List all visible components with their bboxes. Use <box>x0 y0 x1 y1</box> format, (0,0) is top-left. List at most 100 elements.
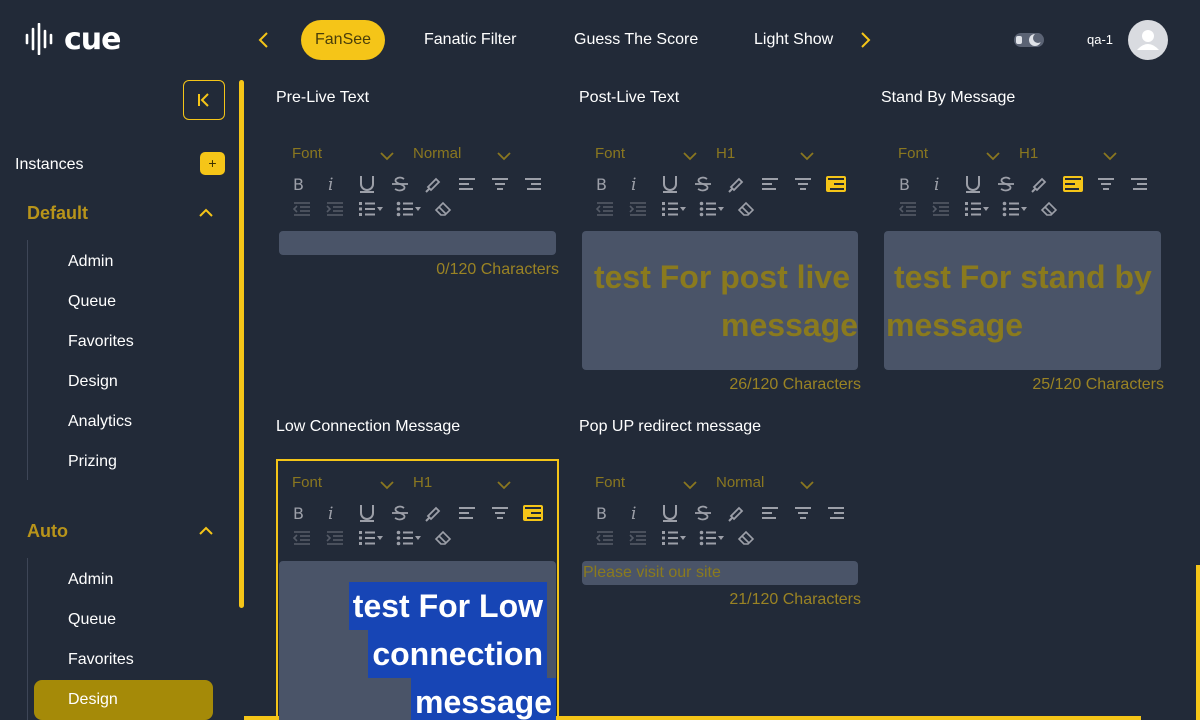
bullet-list-icon[interactable] <box>1002 199 1040 219</box>
strikethrough-icon[interactable] <box>391 173 424 195</box>
chevron-down-icon[interactable] <box>986 148 1000 161</box>
ordered-list-icon[interactable] <box>661 199 699 219</box>
align-left-button[interactable] <box>760 502 793 524</box>
align-right-button[interactable] <box>826 173 859 195</box>
highlighter-icon[interactable] <box>1030 173 1063 195</box>
font-select[interactable]: Font <box>595 474 625 491</box>
sidebar-item-analytics[interactable]: Analytics <box>68 413 132 431</box>
font-select[interactable]: Font <box>292 145 322 162</box>
sidebar-item-prizing[interactable]: Prizing <box>68 453 117 471</box>
outdent-icon[interactable] <box>595 199 628 219</box>
indent-icon[interactable] <box>628 199 661 219</box>
bullet-list-icon[interactable] <box>699 528 737 548</box>
align-left-button[interactable] <box>760 173 793 195</box>
ordered-list-icon[interactable] <box>964 199 1002 219</box>
clear-format-icon[interactable] <box>434 199 467 219</box>
bullet-list-icon[interactable] <box>699 199 737 219</box>
size-select[interactable]: Normal <box>413 145 461 162</box>
chevron-down-icon[interactable] <box>683 148 697 161</box>
sidebar-item-favorites[interactable]: Favorites <box>68 651 134 669</box>
group-title-auto[interactable]: Auto <box>27 521 68 542</box>
size-select[interactable]: Normal <box>716 474 764 491</box>
indent-icon[interactable] <box>931 199 964 219</box>
sidebar-item-favorites[interactable]: Favorites <box>68 333 134 351</box>
strikethrough-icon[interactable] <box>694 502 727 524</box>
tab-fansee[interactable]: FanSee <box>301 20 386 60</box>
chevron-down-icon[interactable] <box>800 477 814 490</box>
italic-icon[interactable]: i <box>628 502 661 524</box>
sidebar-item-admin[interactable]: Admin <box>68 571 113 589</box>
low-connection-textbox[interactable]: test For Low connection message <box>279 561 556 720</box>
indent-icon[interactable] <box>325 199 358 219</box>
tabs-next-button[interactable] <box>856 28 876 52</box>
align-left-button[interactable] <box>1063 173 1096 195</box>
avatar[interactable] <box>1128 20 1168 60</box>
chevron-down-icon[interactable] <box>800 148 814 161</box>
stand-by-textbox[interactable]: test For stand by message <box>884 231 1161 370</box>
tab-light-show[interactable]: Light Show <box>754 20 833 60</box>
chevron-up-icon[interactable] <box>197 206 215 220</box>
theme-toggle[interactable] <box>1013 30 1045 50</box>
size-select[interactable]: H1 <box>716 145 735 162</box>
add-instance-button[interactable]: + <box>200 152 225 175</box>
bold-icon[interactable]: B <box>898 173 931 195</box>
align-right-button[interactable] <box>523 173 556 195</box>
strikethrough-icon[interactable] <box>694 173 727 195</box>
italic-icon[interactable]: i <box>325 173 358 195</box>
tabs-prev-button[interactable] <box>253 28 273 52</box>
sidebar-item-admin[interactable]: Admin <box>68 253 113 271</box>
bold-icon[interactable]: B <box>595 173 628 195</box>
align-center-button[interactable] <box>793 173 826 195</box>
italic-icon[interactable]: i <box>628 173 661 195</box>
align-right-button[interactable] <box>826 502 859 524</box>
highlighter-icon[interactable] <box>727 502 760 524</box>
clear-format-icon[interactable] <box>1040 199 1073 219</box>
underline-icon[interactable] <box>964 173 997 195</box>
chevron-down-icon[interactable] <box>497 148 511 161</box>
italic-icon[interactable]: i <box>931 173 964 195</box>
font-select[interactable]: Font <box>595 145 625 162</box>
bold-icon[interactable]: B <box>595 502 628 524</box>
underline-icon[interactable] <box>661 173 694 195</box>
group-title-default[interactable]: Default <box>27 203 88 224</box>
chevron-up-icon[interactable] <box>197 524 215 538</box>
underline-icon[interactable] <box>661 502 694 524</box>
outdent-icon[interactable] <box>595 528 628 548</box>
clear-format-icon[interactable] <box>737 199 770 219</box>
align-left-button[interactable] <box>457 173 490 195</box>
align-center-button[interactable] <box>793 502 826 524</box>
ordered-list-icon[interactable] <box>358 199 396 219</box>
ordered-list-icon[interactable] <box>661 528 699 548</box>
pre-live-textbox[interactable] <box>279 231 556 255</box>
highlighter-icon[interactable] <box>727 173 760 195</box>
align-center-button[interactable] <box>490 173 523 195</box>
bold-icon[interactable]: B <box>292 173 325 195</box>
sidebar-item-queue[interactable]: Queue <box>68 611 116 629</box>
align-center-button[interactable] <box>1096 173 1129 195</box>
font-select[interactable]: Font <box>898 145 928 162</box>
cue-logo[interactable]: cue <box>24 22 121 57</box>
sidebar-item-design[interactable]: Design <box>68 373 118 391</box>
indent-icon[interactable] <box>628 528 661 548</box>
bullet-list-icon[interactable] <box>396 199 434 219</box>
tab-guess-the-score[interactable]: Guess The Score <box>574 20 698 60</box>
size-select[interactable]: H1 <box>1019 145 1038 162</box>
post-live-textbox[interactable]: test For post live message <box>582 231 858 370</box>
outdent-icon[interactable] <box>292 199 325 219</box>
collapse-sidebar-button[interactable] <box>183 80 225 120</box>
highlighter-icon[interactable] <box>424 173 457 195</box>
align-right-button[interactable] <box>1129 173 1162 195</box>
sidebar-item-queue[interactable]: Queue <box>68 293 116 311</box>
sidebar-item-design-active[interactable]: Design <box>68 691 118 709</box>
underline-icon[interactable] <box>358 173 391 195</box>
outdent-icon[interactable] <box>898 199 931 219</box>
clear-format-icon[interactable] <box>737 528 770 548</box>
tab-fanatic-filter[interactable]: Fanatic Filter <box>424 20 516 60</box>
chevron-down-icon[interactable] <box>683 477 697 490</box>
popup-textbox[interactable]: Please visit our site <box>582 561 858 585</box>
strikethrough-icon[interactable] <box>997 173 1030 195</box>
main-scrollbar[interactable] <box>1196 565 1200 720</box>
chevron-down-icon[interactable] <box>380 148 394 161</box>
chevron-down-icon[interactable] <box>1103 148 1117 161</box>
sidebar-scrollbar[interactable] <box>239 80 244 608</box>
